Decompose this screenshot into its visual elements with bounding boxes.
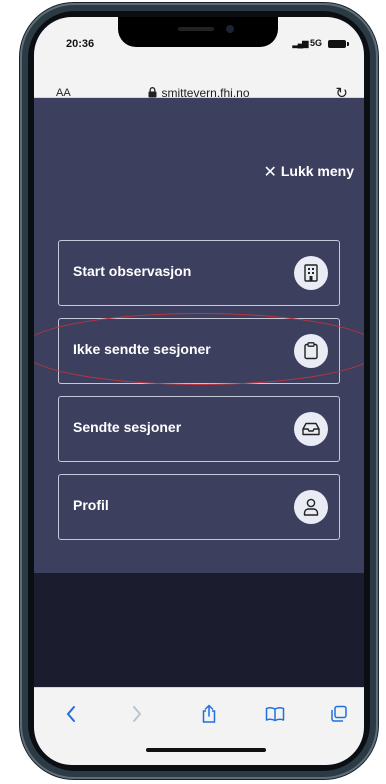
- user-icon: [294, 490, 328, 524]
- status-time: 20:36: [66, 38, 95, 50]
- menu-item-unsent-sessions[interactable]: Ikke sendte sesjoner: [58, 318, 340, 384]
- page-background: [34, 573, 364, 688]
- menu-item-start-observation[interactable]: Start observasjon: [58, 240, 340, 306]
- tabs-icon: [331, 705, 347, 722]
- menu-item-profile[interactable]: Profil: [58, 474, 340, 540]
- forward-button[interactable]: [122, 702, 152, 726]
- inbox-icon: [294, 412, 328, 446]
- menu-item-label: Ikke sendte sesjoner: [73, 341, 211, 357]
- building-icon: [294, 256, 328, 290]
- clipboard-icon: [294, 334, 328, 368]
- share-button[interactable]: [194, 702, 224, 726]
- menu-item-label: Profil: [73, 497, 109, 513]
- close-menu-label: Lukk meny: [280, 163, 354, 179]
- share-icon: [202, 704, 216, 723]
- front-camera: [226, 25, 234, 33]
- navigation-menu: ✕ Lukk meny Start observasjon Ikke sendte…: [34, 98, 364, 573]
- lock-icon: [148, 87, 157, 98]
- book-icon: [265, 707, 285, 722]
- browser-address-bar[interactable]: AA smittevern.fhi.no ↻: [34, 57, 364, 102]
- speaker: [178, 27, 214, 31]
- close-menu-button[interactable]: ✕ Lukk meny: [263, 162, 354, 182]
- close-icon: ✕: [263, 164, 277, 181]
- phone-screen: 20:36 ▂▄▆ 5G AA smittevern.fhi.no ↻ ✕ Luk…: [34, 17, 364, 765]
- chevron-right-icon: [133, 706, 142, 722]
- menu-item-label: Start observasjon: [73, 263, 192, 279]
- network-indicator: ▂▄▆ 5G: [292, 38, 322, 48]
- bookmarks-button[interactable]: [260, 702, 290, 726]
- safari-toolbar: [34, 687, 364, 765]
- status-bar: 20:36 ▂▄▆ 5G: [34, 17, 364, 57]
- back-button[interactable]: [56, 702, 86, 726]
- menu-item-sent-sessions[interactable]: Sendte sesjoner: [58, 396, 340, 462]
- notch: [118, 17, 278, 47]
- battery-icon: [328, 40, 349, 48]
- home-indicator[interactable]: [146, 748, 266, 752]
- chevron-left-icon: [66, 706, 75, 722]
- network-type: 5G: [309, 38, 322, 48]
- menu-item-label: Sendte sesjoner: [73, 419, 182, 435]
- signal-bars-icon: ▂▄▆: [292, 39, 308, 48]
- tabs-button[interactable]: [324, 702, 354, 726]
